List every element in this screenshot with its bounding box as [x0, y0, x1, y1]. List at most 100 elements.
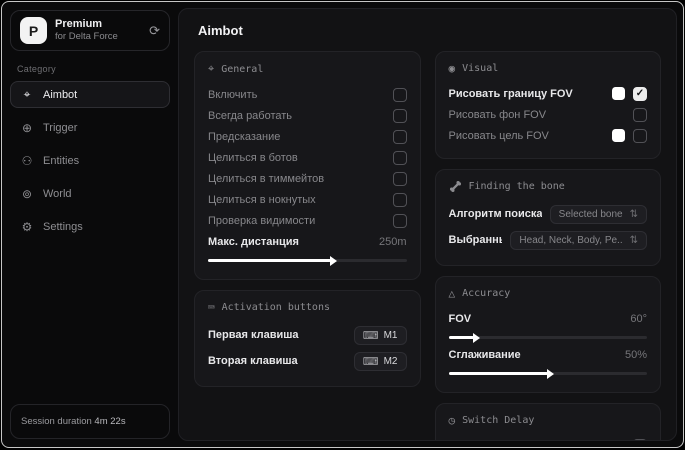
color-swatch[interactable] — [612, 129, 625, 142]
page-title: Aimbot — [198, 23, 243, 38]
sidebar-item-aimbot[interactable]: ⌖ Aimbot — [10, 81, 170, 108]
right-column: ◉ Visual Рисовать границу FOV ✓ Рисовать… — [434, 51, 661, 440]
category-label: Category — [17, 64, 56, 74]
crosshair-icon: ⌖ — [23, 87, 31, 101]
switch-delay-toggle-row: Задержка переключения — [449, 435, 647, 440]
session-duration-value: 4m 22s — [94, 416, 126, 427]
switch-delay-card-header: ◷ Switch Delay — [449, 414, 648, 427]
entities-icon: ⚇ — [21, 154, 33, 168]
finding-bone-card: Finding the bone Алгоритм поиска кост Se… — [434, 169, 661, 266]
triangle-icon: △ — [448, 287, 456, 300]
always-work-row: Всегда работать — [208, 105, 407, 126]
sidebar-item-label: Entities — [43, 155, 80, 167]
bone-card-header: Finding the bone — [449, 180, 648, 193]
sidebar-item-label: Settings — [43, 221, 83, 233]
keyboard-icon: ⌨ — [362, 329, 379, 342]
card-title: Finding the bone — [468, 181, 565, 192]
select-value: Selected bone — [558, 208, 623, 220]
fov-row: FOV 60° — [448, 312, 648, 325]
sidebar-item-world[interactable]: ⊚ World — [10, 181, 170, 207]
general-card: ⌖ General Включить Всегда работать Предс… — [194, 51, 421, 280]
smoothing-row: Сглаживание 50% — [448, 348, 648, 361]
fov-target-row: Рисовать цель FOV — [449, 125, 647, 146]
card-title: Switch Delay — [462, 415, 535, 426]
visual-card-header: ◉ Visual — [449, 62, 648, 75]
first-key-bind-button[interactable]: ⌨ M1 — [353, 325, 407, 345]
checkbox[interactable] — [392, 108, 407, 123]
license-game: for Delta Force — [55, 31, 118, 43]
checkbox[interactable] — [392, 150, 407, 165]
session-duration-label: Session duration — [21, 416, 92, 427]
crosshair-icon: ⌖ — [208, 62, 215, 75]
accuracy-card-header: △ Accuracy — [449, 287, 648, 300]
switch-delay-card: ◷ Switch Delay Задержка переключения Зад… — [434, 403, 661, 440]
checkbox[interactable] — [392, 87, 407, 102]
target-knocked-row: Целиться в нокнутых — [208, 189, 407, 210]
card-title: Accuracy — [462, 288, 511, 299]
sidebar-item-label: World — [43, 188, 72, 200]
license-tier: Premium — [55, 17, 103, 30]
checkbox[interactable] — [633, 128, 647, 143]
max-distance-slider[interactable] — [208, 255, 407, 266]
chevrons-up-down-icon: ⇅ — [629, 234, 638, 246]
checkbox[interactable]: ✓ — [633, 86, 647, 101]
keybind-value: M1 — [383, 329, 398, 341]
main-panel: Aimbot ⌖ General Включить Всегда работат… — [178, 8, 677, 441]
second-key-bind-button[interactable]: ⌨ M2 — [353, 351, 407, 371]
selected-bones-select[interactable]: Head, Neck, Body, Pe.. ⇅ — [510, 230, 647, 250]
checkbox[interactable] — [392, 192, 407, 207]
checkbox[interactable] — [392, 213, 407, 228]
refresh-icon[interactable]: ⟳ — [149, 23, 160, 39]
controls: ✓ — [612, 86, 647, 101]
slider-fill — [448, 332, 481, 343]
license-card: P Premium for Delta Force ⟳ — [10, 10, 170, 51]
card-title: General — [221, 63, 264, 75]
checkbox[interactable] — [392, 129, 407, 144]
controls — [633, 107, 647, 122]
select-value: Head, Neck, Body, Pe.. — [519, 234, 623, 246]
fov-background-row: Рисовать фон FOV — [449, 104, 647, 125]
stopwatch-icon: ◷ — [448, 414, 456, 427]
target-bots-row: Целиться в ботов — [208, 147, 407, 168]
checkbox[interactable] — [633, 438, 647, 440]
chevrons-up-down-icon: ⇅ — [629, 208, 638, 220]
sidebar-item-trigger[interactable]: ⊕ Trigger — [10, 115, 170, 141]
fov-slider[interactable] — [448, 332, 647, 343]
fov-border-row: Рисовать границу FOV ✓ — [449, 83, 647, 104]
activation-buttons-card: ⌨ Activation buttons Первая клавиша ⌨ M1… — [194, 290, 421, 387]
sidebar-item-label: Trigger — [43, 122, 78, 134]
bone-algorithm-row: Алгоритм поиска кост Selected bone ⇅ — [449, 201, 647, 227]
bone-icon — [449, 180, 461, 193]
second-key-row: Вторая клавиша ⌨ M2 — [208, 348, 407, 374]
app-logo: P — [20, 17, 47, 44]
columns: ⌖ General Включить Всегда работать Предс… — [194, 51, 661, 440]
slider-fill — [448, 368, 555, 379]
controls — [612, 128, 647, 143]
license-meta: Premium for Delta Force — [55, 18, 118, 44]
first-key-row: Первая клавиша ⌨ M1 — [208, 322, 407, 348]
sidebar-item-settings[interactable]: ⚙ Settings — [10, 214, 170, 240]
max-distance-value: 250m — [378, 235, 407, 248]
fov-value: 60° — [630, 312, 647, 325]
keybind-value: M2 — [383, 355, 398, 367]
visibility-check-row: Проверка видимости — [208, 210, 407, 231]
globe-icon: ⊚ — [21, 187, 33, 201]
slider-fill — [208, 255, 338, 266]
visual-card: ◉ Visual Рисовать границу FOV ✓ Рисовать… — [434, 51, 661, 159]
eye-icon: ◉ — [448, 62, 456, 75]
sidebar: P Premium for Delta Force ⟳ Category ⌖ A… — [2, 2, 178, 447]
app-window: P Premium for Delta Force ⟳ Category ⌖ A… — [1, 1, 684, 448]
color-swatch[interactable] — [612, 87, 625, 100]
checkbox[interactable] — [392, 171, 407, 186]
checkbox[interactable] — [633, 107, 647, 122]
selected-bones-row: Выбранные кос Head, Neck, Body, Pe.. ⇅ — [449, 227, 647, 253]
smoothing-value: 50% — [624, 348, 647, 361]
trigger-icon: ⊕ — [21, 121, 33, 135]
sidebar-item-entities[interactable]: ⚇ Entities — [10, 148, 170, 174]
keyboard-icon: ⌨ — [208, 301, 215, 314]
accuracy-card: △ Accuracy FOV 60° Сглаживание 50% — [434, 276, 661, 393]
card-title: Visual — [462, 63, 499, 74]
gear-icon: ⚙ — [21, 220, 33, 234]
bone-algorithm-select[interactable]: Selected bone ⇅ — [549, 204, 647, 224]
smoothing-slider[interactable] — [448, 368, 647, 379]
